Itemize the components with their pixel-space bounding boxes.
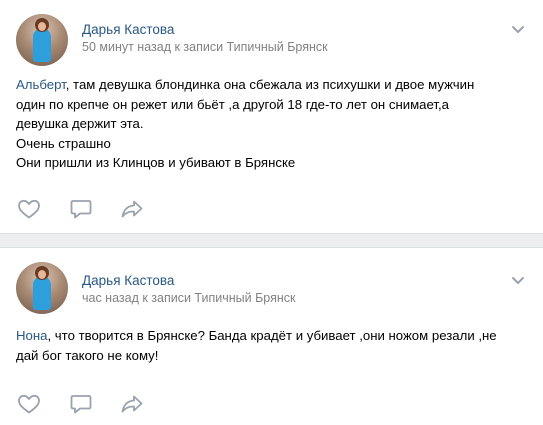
comment-line: Они пришли из Клинцов и убивают в Брянск… [16,155,296,170]
comment-text: Нона, что творится в Брянске? Банда крад… [16,326,523,365]
mention-link[interactable]: Нона [16,328,47,343]
author-name-link[interactable]: Дарья Кастова [82,22,174,37]
like-button[interactable] [16,197,42,221]
avatar[interactable] [16,14,68,66]
avatar[interactable] [16,262,68,314]
comment-line: один по крепче он режет или бьёт ,а друг… [16,96,449,112]
comment-feed: Дарья Кастова 50 минут назад к записи Ти… [0,0,543,425]
comment-button[interactable] [68,197,94,221]
feed-comment-item: Дарья Кастова 50 минут назад к записи Ти… [0,0,543,233]
comment-icon [70,395,92,414]
comment-line: Нона, что творится в Брянске? Банда крад… [16,326,523,346]
comment-line: Очень страшно [16,135,111,151]
avatar-face [38,270,46,279]
comment-line: девушка держит эта. [16,116,144,131]
mention-link[interactable]: Альберт [16,77,66,92]
comment-line: Альберт, там девушка блондинка она сбежа… [16,75,523,95]
chevron-down-icon[interactable] [511,276,525,286]
comment-line-text: , что творится в Брянске? Банда крадёт и… [47,328,497,343]
avatar-face [38,22,46,31]
author-name-link[interactable]: Дарья Кастова [82,273,174,288]
comment-line: дай бог такого не кому! [16,347,159,363]
comment-button[interactable] [68,392,94,416]
comment-line-text: , там девушка блондинка она сбежала из п… [65,77,475,92]
chevron-down-icon[interactable] [511,25,525,35]
comment-meta[interactable]: час назад к записи Типичный Брянск [82,291,296,305]
comment-meta[interactable]: 50 минут назад к записи Типичный Брянск [82,40,328,54]
share-arrow-icon [121,395,143,413]
avatar-figure [33,276,51,310]
heart-icon [18,394,40,414]
like-button[interactable] [16,392,42,416]
share-button[interactable] [119,392,145,416]
avatar-figure [33,28,51,62]
post-separator [0,233,543,248]
share-arrow-icon [121,200,143,218]
share-button[interactable] [119,197,145,221]
feed-comment-item: Дарья Кастова час назад к записи Типичны… [0,248,543,425]
heart-icon [18,199,40,219]
comment-icon [70,200,92,219]
comment-text: Альберт, там девушка блондинка она сбежа… [16,75,523,173]
